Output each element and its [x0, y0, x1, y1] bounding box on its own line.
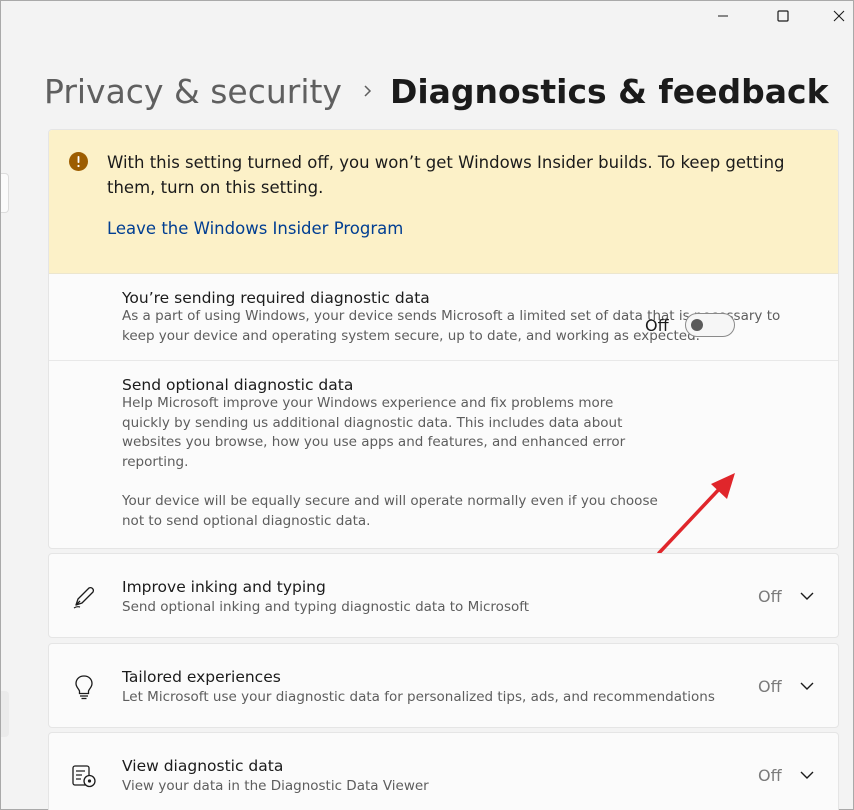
- sidebar-edge-selected: [1, 691, 9, 737]
- settings-window: Privacy & security Diagnostics & feedbac…: [0, 0, 854, 810]
- setting-title: View diagnostic data: [122, 757, 284, 775]
- lightbulb-icon: [69, 672, 99, 702]
- breadcrumb: Privacy & security Diagnostics & feedbac…: [44, 67, 829, 115]
- setting-text: Tailored experiences Let Microsoft use y…: [122, 668, 742, 708]
- setting-description: View your data in the Diagnostic Data Vi…: [122, 778, 429, 794]
- optional-data-toggle[interactable]: [684, 313, 735, 337]
- annotation-arrow-icon: [657, 473, 735, 555]
- optional-data-note: Your device will be equally secure and w…: [122, 493, 658, 529]
- close-button[interactable]: [815, 1, 854, 31]
- breadcrumb-parent-link[interactable]: Privacy & security: [44, 72, 342, 111]
- page-title: Diagnostics & feedback: [389, 71, 829, 111]
- setting-description: Send optional inking and typing diagnost…: [122, 599, 530, 615]
- tailored-experiences-card[interactable]: Tailored experiences Let Microsoft use y…: [48, 643, 839, 728]
- chevron-down-icon[interactable]: [799, 678, 815, 694]
- close-icon: [833, 10, 845, 22]
- setting-state: Off: [758, 587, 782, 606]
- optional-data-toggle-group: Off: [645, 313, 735, 337]
- setting-text: View diagnostic data View your data in t…: [122, 757, 742, 797]
- view-diagnostic-data-card[interactable]: View diagnostic data View your data in t…: [48, 732, 839, 810]
- optional-data-row: Send optional diagnostic data Help Micro…: [122, 376, 662, 531]
- minimize-icon: [718, 15, 728, 17]
- data-viewer-icon: [69, 761, 99, 791]
- sidebar-edge: [1, 173, 9, 213]
- insider-warning-banner: With this setting turned off, you won’t …: [49, 130, 838, 274]
- setting-title: Improve inking and typing: [122, 578, 326, 596]
- setting-state: Off: [758, 677, 782, 696]
- toggle-state-label: Off: [645, 315, 669, 335]
- divider: [49, 360, 838, 361]
- setting-title: Tailored experiences: [122, 668, 281, 686]
- minimize-button[interactable]: [699, 1, 747, 31]
- banner-message: With this setting turned off, you won’t …: [107, 153, 785, 197]
- setting-text: Improve inking and typing Send optional …: [122, 578, 742, 618]
- maximize-button[interactable]: [759, 1, 807, 31]
- chevron-down-icon[interactable]: [799, 767, 815, 783]
- setting-description: Let Microsoft use your diagnostic data f…: [122, 689, 715, 705]
- pen-icon: [69, 582, 99, 612]
- optional-data-description: Help Microsoft improve your Windows expe…: [122, 395, 626, 470]
- improve-inking-typing-card[interactable]: Improve inking and typing Send optional …: [48, 553, 839, 638]
- optional-data-title: Send optional diagnostic data: [122, 376, 354, 394]
- setting-state: Off: [758, 766, 782, 785]
- leave-insider-program-link[interactable]: Leave the Windows Insider Program: [107, 219, 403, 238]
- chevron-down-icon[interactable]: [799, 588, 815, 604]
- breadcrumb-separator-icon: [362, 84, 374, 98]
- warning-icon: [69, 152, 88, 171]
- maximize-icon: [777, 10, 789, 22]
- required-data-title: You’re sending required diagnostic data: [122, 289, 430, 307]
- toggle-knob: [690, 319, 703, 331]
